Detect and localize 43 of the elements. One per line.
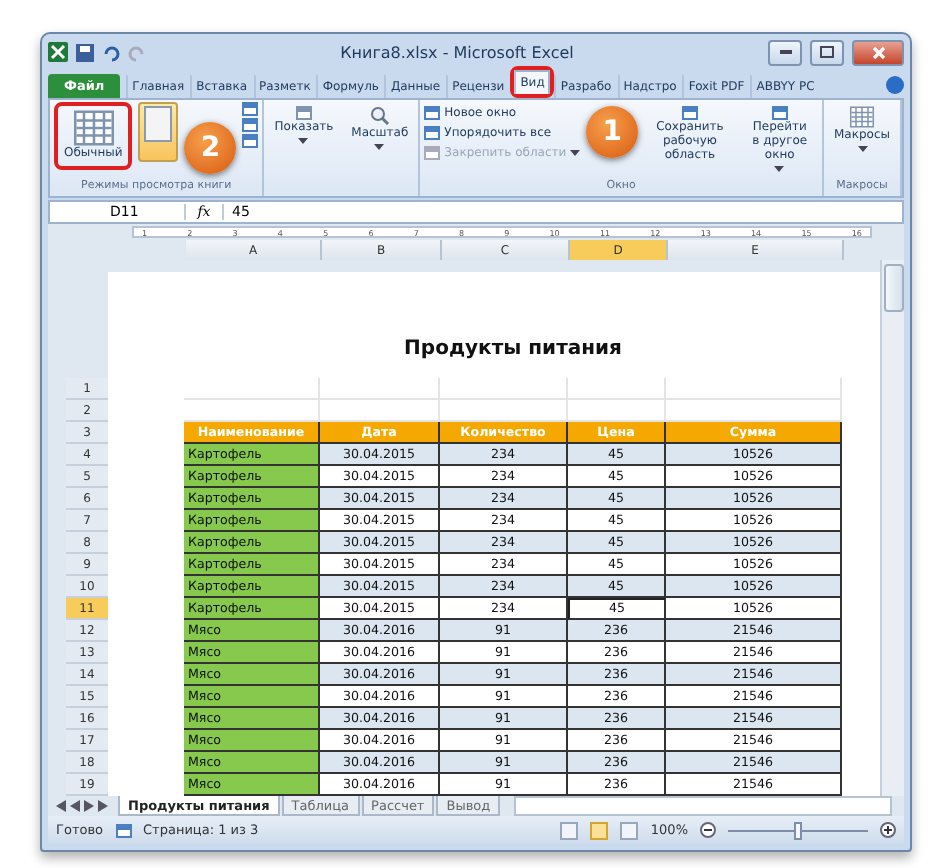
- step-badge: 2: [184, 122, 237, 174]
- grid-icon: [73, 110, 114, 146]
- view-button[interactable]: [590, 821, 609, 839]
- caret-icon: [570, 150, 581, 156]
- caret-icon: [298, 137, 309, 144]
- caret-icon: [374, 143, 385, 150]
- minimize-icon: [779, 50, 791, 54]
- zoom-in-icon[interactable]: [880, 822, 896, 838]
- window-title: Книга8.xlsx - Microsoft Excel: [338, 43, 576, 61]
- page-break-icon: [242, 102, 259, 116]
- view-button[interactable]: [560, 821, 579, 839]
- maximize-icon: [820, 46, 834, 58]
- page-title: Продукты питания: [402, 338, 624, 360]
- save-icon[interactable]: [76, 43, 94, 61]
- view-button[interactable]: [620, 821, 639, 839]
- macro-record-icon: [115, 823, 132, 837]
- zoom-out-icon[interactable]: [700, 822, 716, 838]
- page-icon: [144, 106, 173, 142]
- page-layout-button[interactable]: [138, 102, 179, 162]
- caret-icon: [774, 165, 785, 172]
- undo-icon[interactable]: [102, 43, 120, 61]
- windows-icon: [681, 106, 698, 120]
- horizontal-scrollbar[interactable]: [514, 796, 892, 816]
- maximize-button[interactable]: [810, 39, 844, 65]
- step-badge: 1: [586, 106, 639, 158]
- fullscreen-icon: [242, 134, 259, 148]
- vertical-scrollbar[interactable]: [880, 260, 904, 796]
- excel-logo-icon: [48, 42, 68, 62]
- help-icon[interactable]: [886, 76, 904, 94]
- sheet-navigation-icon[interactable]: [56, 800, 108, 812]
- minimize-button[interactable]: [768, 39, 802, 65]
- windows-icon: [771, 106, 788, 120]
- macros-icon: [850, 106, 874, 128]
- window-icon: [424, 106, 441, 120]
- show-icon: [295, 106, 312, 120]
- view-icon: [242, 118, 259, 132]
- zoom-slider-thumb[interactable]: [794, 821, 802, 839]
- caret-icon: [857, 145, 867, 152]
- window-icon: [424, 146, 441, 160]
- close-button[interactable]: [852, 39, 904, 65]
- magnifier-icon: [369, 106, 390, 126]
- window-icon: [424, 126, 441, 140]
- close-icon: [871, 45, 885, 59]
